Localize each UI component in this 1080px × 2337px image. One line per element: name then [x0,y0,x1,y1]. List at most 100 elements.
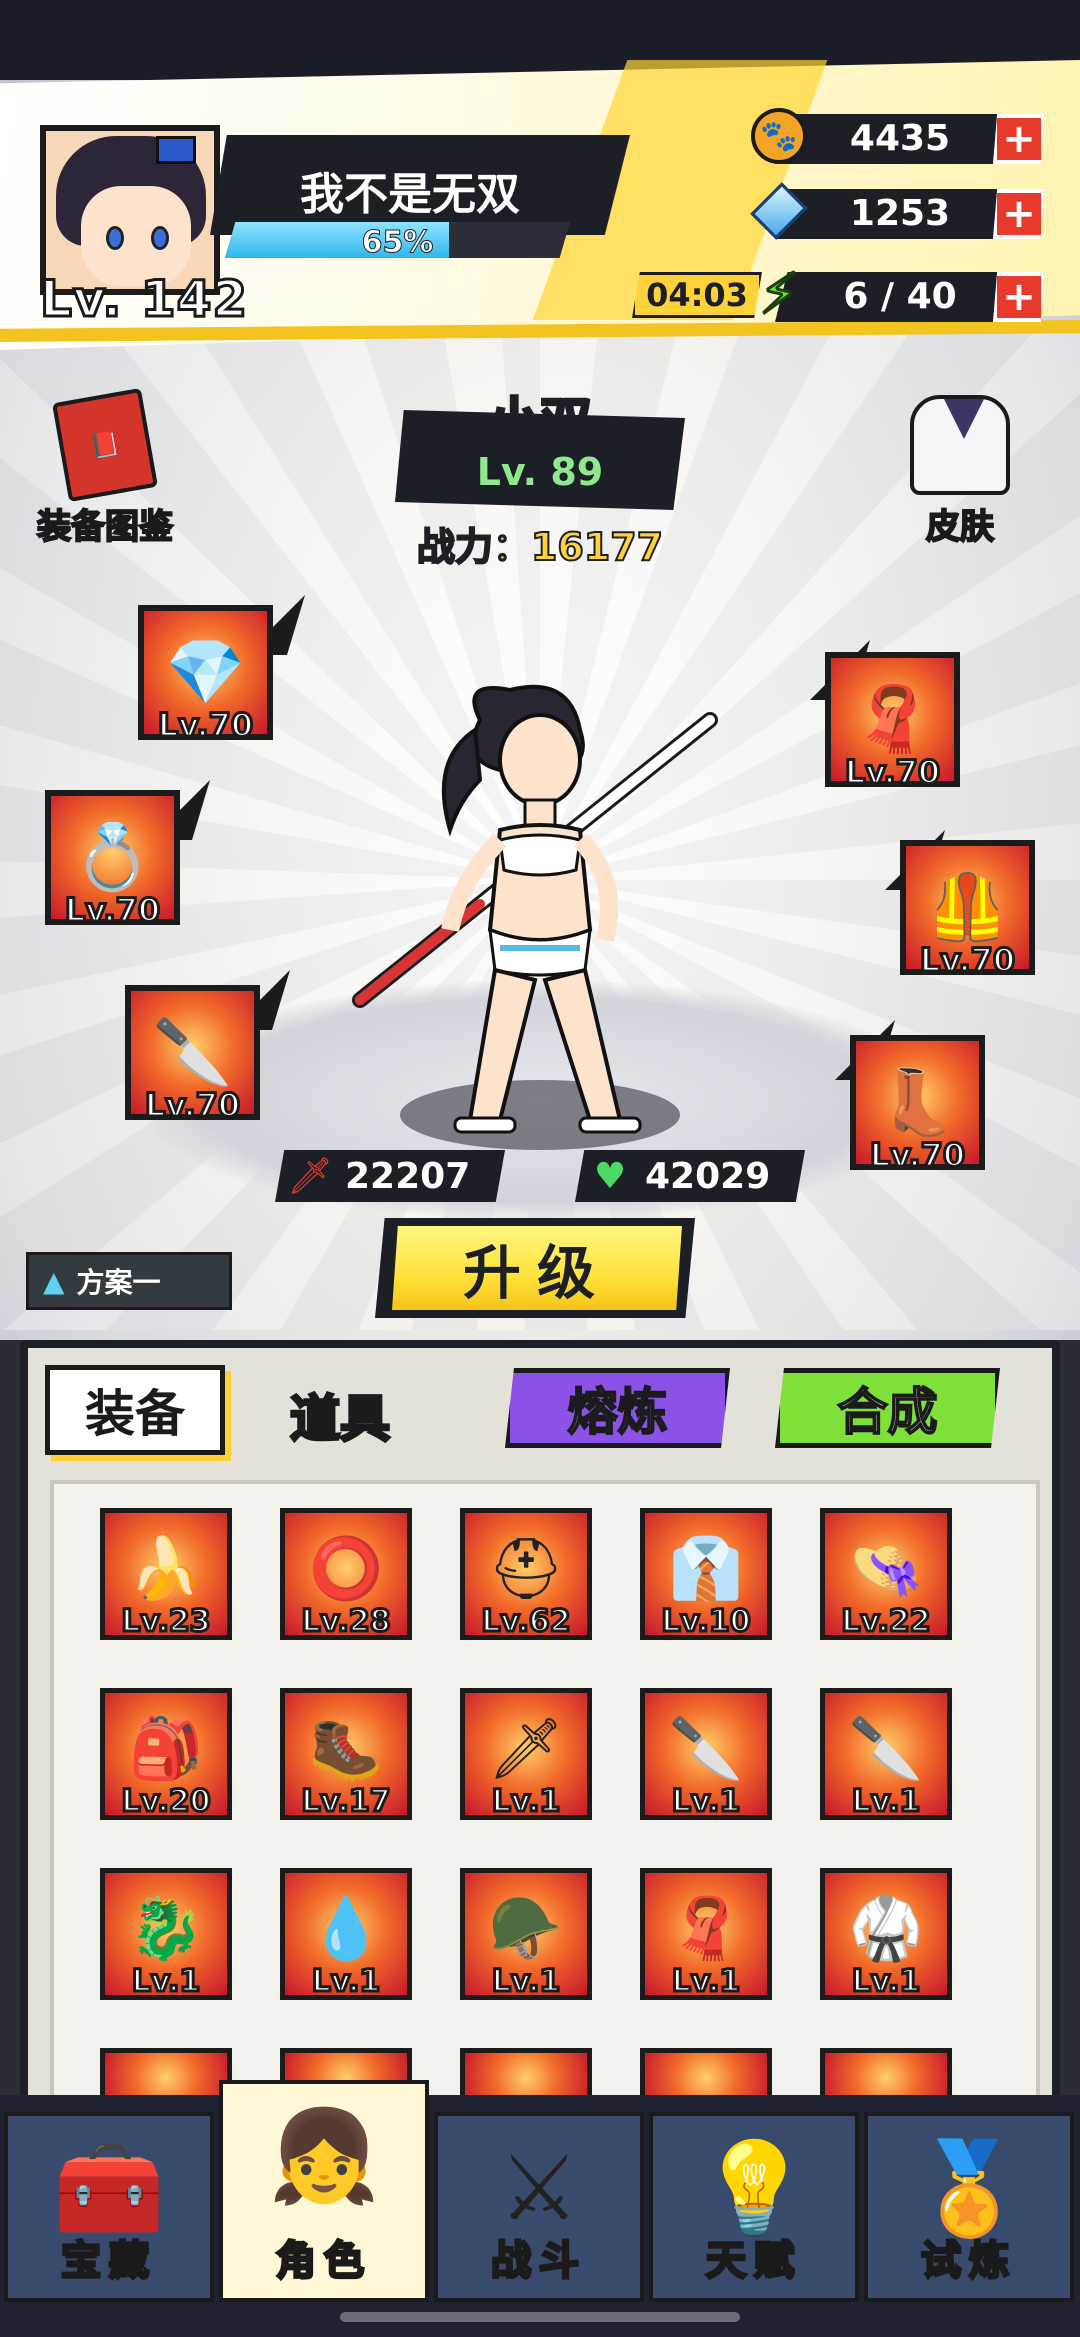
item-level: Lv.10 [660,1603,752,1641]
smelt-button[interactable]: 熔炼 [505,1368,730,1448]
inventory-slot[interactable]: 🔪 Lv.1 [820,1688,952,1821]
nav-item[interactable]: 👧 角色 [219,2080,429,2302]
lightbulb-icon: 💡 [697,2136,811,2241]
item-level: Lv.17 [300,1783,392,1821]
gems-counter: 1253 + [750,182,1070,240]
hero-character[interactable] [340,680,740,1140]
equipped-boots-slot[interactable]: 👢 Lv.70 [850,1035,985,1176]
add-energy-button[interactable]: + [993,272,1045,322]
treasure-chest-icon: 🧰 [52,2136,166,2241]
inventory-slot[interactable]: 👔 Lv.10 [640,1508,772,1641]
skin-shirt-icon [910,395,1010,495]
inventory-slot[interactable]: 🪖 Lv.1 [460,1868,592,2001]
inventory-slot[interactable]: ⛑ Lv.62 [460,1508,592,1641]
nav-item[interactable]: 🧰 宝藏 [4,2112,214,2302]
item-level: Lv.1 [670,1963,742,2001]
combat-power: 战力：16177 [416,524,664,570]
hp-value: 42029 [645,1155,771,1197]
energy-timer: 04:03 [632,272,762,318]
equipped-level: Lv.70 [918,940,1016,981]
inventory-slot[interactable]: 🔪 Lv.1 [640,1688,772,1821]
avatar-eye [151,226,169,250]
item-level: Lv.1 [490,1783,562,1821]
sword-icon: 🗡 [287,1156,333,1197]
lightning-bolt-icon: ⚡ [758,260,800,328]
upgrade-button[interactable]: 升级 [392,1226,682,1310]
equipment-codex-button[interactable]: 📕 装备图鉴 [20,387,190,548]
hero-level: Lv. 89 [476,450,604,494]
tab-items[interactable]: 道具 [260,1370,420,1460]
nav-label: 试炼 [920,2237,1017,2286]
equipped-level: Lv.70 [868,1135,966,1176]
heart-icon: ♥ [593,1155,627,1197]
plan-selector[interactable]: ▲ 方案一 [26,1252,232,1310]
inventory-slot[interactable]: 🥾 Lv.17 [280,1688,412,1821]
equipped-armor-slot[interactable]: 🦺 Lv.70 [900,840,1035,981]
nav-label: 天赋 [705,2237,802,2286]
attack-value: 22207 [345,1155,471,1197]
paw-coin-icon: 🐾 [747,104,811,168]
plan-label: 方案一 [76,1266,161,1299]
item-level: Lv.1 [670,1783,742,1821]
inventory-slot[interactable]: 🧣 Lv.1 [640,1868,772,2001]
inventory-slot[interactable]: 💧 Lv.1 [280,1868,412,2001]
home-indicator [340,2312,740,2322]
nav-label: 宝藏 [60,2237,157,2286]
inventory-slot[interactable]: 🐉 Lv.1 [100,1868,232,2001]
tab-equipment[interactable]: 装备 [45,1365,225,1455]
diamond-icon [747,179,811,243]
nav-item[interactable]: ⚔ 战斗 [434,2112,644,2302]
hero-name: 小双 [486,392,593,455]
hp-stat: ♥ 42029 [575,1150,805,1202]
item-level: Lv.1 [310,1963,382,2001]
inventory-slot[interactable]: ⭕ Lv.28 [280,1508,412,1641]
player-level: Lv. 142 [38,269,249,330]
add-gems-button[interactable]: + [993,189,1045,239]
equipped-level: Lv.70 [63,890,161,931]
coins-value: 4435 [849,118,951,159]
item-level: Lv.1 [850,1783,922,1821]
crossed-swords-icon: ⚔ [498,2136,580,2241]
item-level: Lv.23 [120,1603,212,1641]
inventory-slot[interactable]: 🎒 Lv.20 [100,1688,232,1821]
equipped-necklace-slot[interactable]: 💎 Lv.70 [138,605,273,746]
equipped-ring-slot[interactable]: 💍 Lv.70 [45,790,180,931]
skin-label: 皮肤 [925,506,995,548]
player-name: 我不是无双 [300,169,520,220]
inventory-slot[interactable]: 👒 Lv.22 [820,1508,952,1641]
item-level: Lv.1 [490,1963,562,2001]
craft-button[interactable]: 合成 [775,1368,1000,1448]
nav-item[interactable]: 💡 天赋 [649,2112,859,2302]
nav-label: 角色 [275,2237,372,2286]
nav-label: 战斗 [490,2237,587,2286]
triangle-up-icon: ▲ [43,1264,65,1298]
coins-counter: 4435 🐾 + [751,108,1070,164]
xp-percent: 65% [361,225,434,261]
item-level: Lv.28 [300,1603,392,1641]
inventory-slot[interactable]: 🥋 Lv.1 [820,1868,952,2001]
codex-label: 装备图鉴 [36,506,174,548]
equipped-scarf-slot[interactable]: 🧣 Lv.70 [825,652,960,793]
add-coins-button[interactable]: + [993,114,1045,164]
equipped-weapon-slot[interactable]: 🔪 Lv.70 [125,985,260,1126]
codex-book-icon: 📕 [52,387,158,503]
item-level: Lv.62 [480,1603,572,1641]
character-portrait-icon: 👧 [267,2104,381,2209]
attack-stat: 🗡 22207 [275,1150,505,1202]
inventory-slot[interactable]: 🗡 Lv.1 [460,1688,592,1821]
item-level: Lv.22 [840,1603,932,1641]
avatar-eye [106,226,124,250]
equipped-level: Lv.70 [156,705,254,746]
avatar-bow [156,136,196,164]
nav-item[interactable]: 🏅 试炼 [864,2112,1074,2302]
energy-counter: 6 / 40 ⚡ + [755,260,1070,328]
skin-button[interactable]: 皮肤 [880,395,1040,548]
energy-value: 6 / 40 [843,276,957,317]
equipped-level: Lv.70 [843,752,941,793]
trial-emblem-icon: 🏅 [912,2136,1026,2241]
equipped-level: Lv.70 [143,1085,241,1126]
item-level: Lv.1 [850,1963,922,2001]
inventory-slot[interactable]: 🍌 Lv.23 [100,1508,232,1641]
item-level: Lv.20 [120,1783,212,1821]
item-level: Lv.1 [130,1963,202,2001]
